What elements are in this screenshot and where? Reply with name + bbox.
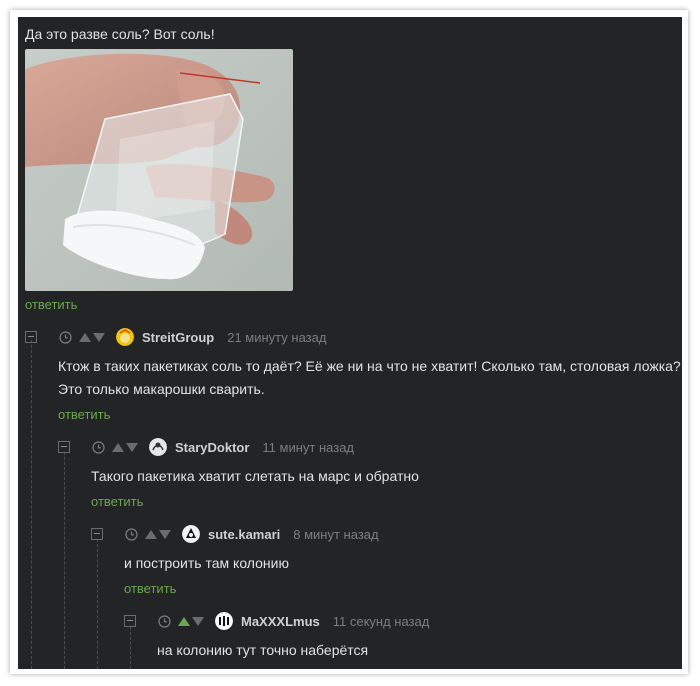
username[interactable]: StaryDoktor [175, 440, 249, 455]
upvote-icon[interactable] [79, 332, 91, 342]
downvote-icon[interactable] [93, 332, 105, 342]
comment-reply-link[interactable]: ответить [91, 494, 143, 509]
clock-icon [125, 527, 138, 541]
clock-icon [59, 330, 72, 344]
comment-text: на колонию тут точно наберётся [157, 642, 369, 658]
comment-header: StaryDoktor 11 минут назад [58, 437, 354, 457]
clock-icon [158, 614, 171, 628]
collapse-toggle[interactable] [58, 441, 70, 453]
username[interactable]: MaXXXLmus [241, 614, 320, 629]
comment-time[interactable]: 11 секунд назад [333, 614, 430, 629]
upvote-icon[interactable] [145, 529, 157, 539]
post-text: Да это разве соль? Вот соль! [25, 26, 215, 42]
collapse-toggle[interactable] [25, 331, 37, 343]
comment-text: Ктож в таких пакетиках соль то даёт? Её … [58, 358, 681, 397]
username[interactable]: StreitGroup [142, 330, 214, 345]
avatar[interactable] [215, 612, 233, 630]
comment-header: StreitGroup 21 минуту назад [25, 327, 326, 347]
post-photo [25, 49, 293, 291]
downvote-icon[interactable] [159, 529, 171, 539]
downvote-icon[interactable] [192, 616, 204, 626]
comment-reply-link[interactable]: ответить [124, 581, 176, 596]
comment-text: Такого пакетика хватит слетать на марс и… [91, 468, 419, 484]
avatar[interactable] [116, 328, 134, 346]
avatar[interactable] [149, 438, 167, 456]
collapse-toggle[interactable] [124, 615, 136, 627]
upvote-icon[interactable] [112, 442, 124, 452]
thread-line [97, 539, 98, 669]
comment-time[interactable]: 8 минут назад [293, 527, 378, 542]
comments-panel: Да это разве соль? Вот соль! ответить St… [18, 17, 682, 669]
thread-line [31, 340, 32, 669]
upvote-icon[interactable] [178, 616, 190, 626]
collapse-toggle[interactable] [91, 528, 103, 540]
post-reply-link[interactable]: ответить [25, 297, 77, 312]
clock-icon [92, 440, 105, 454]
comment-text: и построить там колонию [124, 555, 289, 571]
username[interactable]: sute.kamari [208, 527, 280, 542]
thread-line [64, 452, 65, 669]
downvote-icon[interactable] [126, 442, 138, 452]
comment-reply-link[interactable]: ответить [58, 407, 110, 422]
thread-line [130, 627, 131, 669]
hand-with-bag-image [25, 49, 293, 291]
comment-header: MaXXXLmus 11 секунд назад [124, 611, 429, 631]
comment-time[interactable]: 21 минуту назад [227, 330, 326, 345]
comment-time[interactable]: 11 минут назад [262, 440, 354, 455]
avatar[interactable] [182, 525, 200, 543]
comment-header: sute.kamari 8 минут назад [91, 524, 379, 544]
